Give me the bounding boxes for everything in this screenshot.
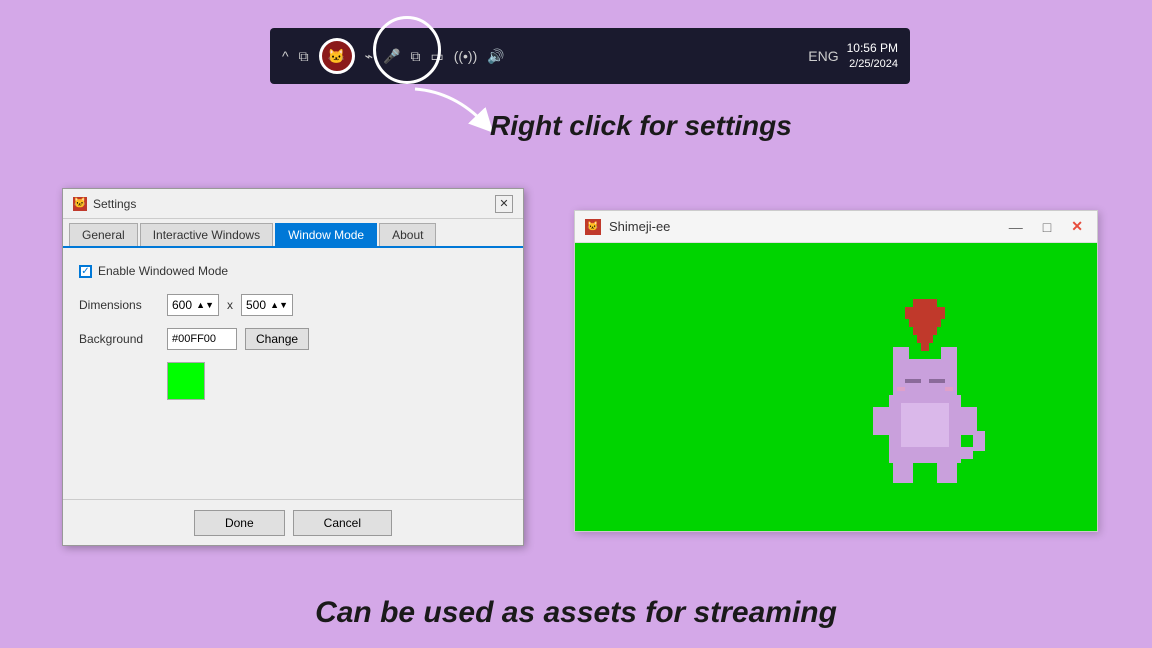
bluetooth-icon: ⌁ — [365, 48, 373, 65]
background-row: Background #00FF00 Change — [79, 328, 507, 350]
battery-icon: ▭ — [430, 48, 443, 65]
clock-date: 2/25/2024 — [847, 57, 898, 71]
cancel-button[interactable]: Cancel — [293, 510, 392, 536]
shimeji-titlebar: 🐱 Shimeji-ee — □ ✕ — [575, 211, 1097, 243]
settings-dialog: 🐱 Settings ✕ General Interactive Windows… — [62, 188, 524, 546]
shimeji-app-icon[interactable]: 🐱 — [319, 38, 355, 74]
dialog-tabs: General Interactive Windows Window Mode … — [63, 219, 523, 248]
change-color-button[interactable]: Change — [245, 328, 309, 350]
dimension-separator: x — [227, 298, 233, 312]
dimensions-row: Dimensions 600 ▲▼ x 500 ▲▼ — [79, 294, 507, 316]
tab-interactive-windows[interactable]: Interactive Windows — [140, 223, 273, 246]
dialog-title-left: 🐱 Settings — [73, 197, 136, 211]
mic-icon: 🎤 — [383, 48, 400, 65]
taskbar: ^ ⧉ 🐱 ⌁ 🎤 ⧉ ▭ ((•)) 🔊 ENG 10:56 PM 2/25/… — [270, 28, 910, 84]
chevron-up-icon: ^ — [282, 48, 289, 64]
background-color-input[interactable]: #00FF00 — [167, 328, 237, 350]
height-input[interactable]: 500 ▲▼ — [241, 294, 293, 316]
dialog-title-text: Settings — [93, 197, 136, 211]
maximize-button[interactable]: □ — [1039, 219, 1055, 235]
done-button[interactable]: Done — [194, 510, 285, 536]
arrow-annotation — [395, 84, 505, 139]
dialog-close-button[interactable]: ✕ — [495, 195, 513, 213]
clock: 10:56 PM 2/25/2024 — [847, 41, 898, 71]
taskbar-left: ^ ⧉ 🐱 ⌁ 🎤 ⧉ ▭ ((•)) 🔊 — [282, 38, 505, 74]
shimeji-window: 🐱 Shimeji-ee — □ ✕ — [574, 210, 1098, 532]
tab-general[interactable]: General — [69, 223, 138, 246]
minimize-button[interactable]: — — [1005, 219, 1027, 235]
shimeji-title-left: 🐱 Shimeji-ee — [585, 219, 670, 235]
clock-time: 10:56 PM — [847, 41, 898, 57]
background-label: Background — [79, 332, 159, 346]
close-button[interactable]: ✕ — [1067, 218, 1087, 235]
windowed-mode-label: Enable Windowed Mode — [98, 264, 228, 278]
bottom-caption: Can be used as assets for streaming — [0, 596, 1152, 630]
settings-dialog-icon: 🐱 — [73, 197, 87, 211]
volume-icon: 🔊 — [487, 48, 504, 65]
shimeji-window-title: Shimeji-ee — [609, 219, 670, 234]
right-click-label: Right click for settings — [490, 110, 792, 142]
dialog-titlebar: 🐱 Settings ✕ — [63, 189, 523, 219]
wifi-icon: ((•)) — [454, 48, 478, 64]
language-indicator: ENG — [808, 48, 838, 64]
green-screen-area — [575, 243, 1097, 531]
pixel-cat-character — [837, 295, 1017, 531]
shimeji-window-buttons: — □ ✕ — [1005, 218, 1087, 235]
windowed-mode-row: ✓ Enable Windowed Mode — [79, 264, 507, 278]
monitor-icon: ⧉ — [299, 48, 309, 65]
shimeji-window-icon: 🐱 — [585, 219, 601, 235]
dialog-content: ✓ Enable Windowed Mode Dimensions 600 ▲▼… — [63, 248, 523, 416]
tab-about[interactable]: About — [379, 223, 436, 246]
dialog-buttons: Done Cancel — [63, 499, 523, 545]
width-input[interactable]: 600 ▲▼ — [167, 294, 219, 316]
windowed-mode-checkbox[interactable]: ✓ — [79, 265, 92, 278]
dimensions-label: Dimensions — [79, 298, 159, 312]
taskbar-right: ENG 10:56 PM 2/25/2024 — [808, 41, 898, 71]
color-swatch[interactable] — [167, 362, 205, 400]
tab-window-mode[interactable]: Window Mode — [275, 223, 377, 246]
display-icon: ⧉ — [410, 48, 420, 65]
